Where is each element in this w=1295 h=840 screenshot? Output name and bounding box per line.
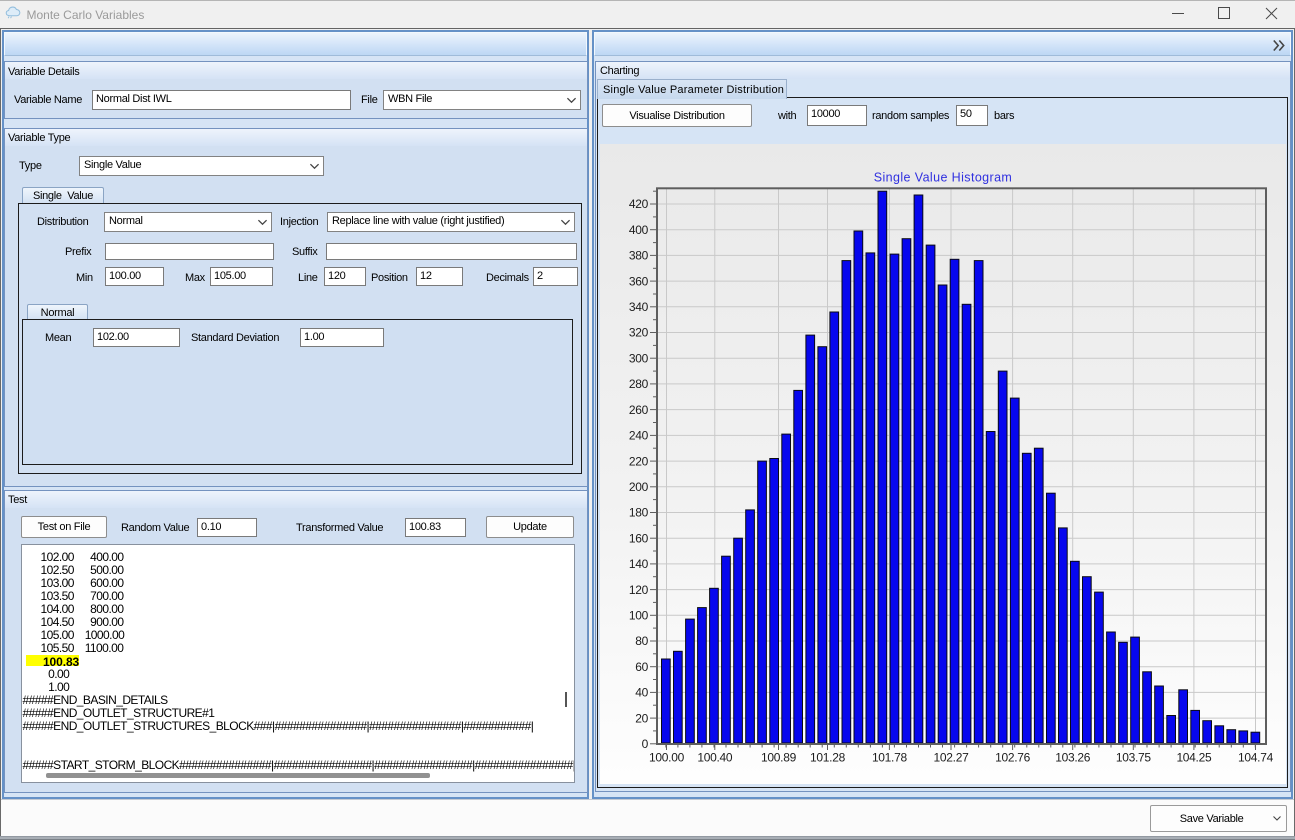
svg-text:260: 260 — [629, 403, 649, 417]
svg-text:120: 120 — [629, 583, 649, 597]
svg-text:80: 80 — [635, 634, 648, 648]
svg-text:220: 220 — [629, 454, 649, 468]
svg-text:104.25: 104.25 — [1176, 751, 1212, 765]
svg-text:320: 320 — [629, 326, 649, 340]
svg-text:102.27: 102.27 — [934, 751, 970, 765]
svg-text:101.28: 101.28 — [810, 751, 846, 765]
svg-text:100: 100 — [629, 609, 649, 623]
svg-text:60: 60 — [635, 660, 648, 674]
svg-text:140: 140 — [629, 557, 649, 571]
svg-text:300: 300 — [629, 351, 649, 365]
svg-text:240: 240 — [629, 429, 649, 443]
svg-text:101.78: 101.78 — [872, 751, 908, 765]
svg-text:104.74: 104.74 — [1238, 751, 1274, 765]
svg-text:180: 180 — [629, 506, 649, 520]
svg-text:400: 400 — [629, 223, 649, 237]
svg-text:Single Value Histogram: Single Value Histogram — [874, 171, 1013, 185]
svg-text:340: 340 — [629, 300, 649, 314]
svg-text:103.75: 103.75 — [1116, 751, 1152, 765]
svg-text:100.89: 100.89 — [761, 751, 797, 765]
svg-text:100.00: 100.00 — [649, 751, 685, 765]
svg-text:20: 20 — [635, 711, 648, 725]
svg-text:100.40: 100.40 — [697, 751, 733, 765]
svg-text:40: 40 — [635, 686, 648, 700]
svg-text:103.26: 103.26 — [1055, 751, 1091, 765]
svg-text:0: 0 — [642, 737, 649, 751]
svg-text:102.76: 102.76 — [995, 751, 1031, 765]
svg-text:420: 420 — [629, 197, 649, 211]
svg-text:380: 380 — [629, 249, 649, 263]
svg-text:160: 160 — [629, 531, 649, 545]
svg-text:280: 280 — [629, 377, 649, 391]
svg-text:360: 360 — [629, 274, 649, 288]
svg-text:200: 200 — [629, 480, 649, 494]
